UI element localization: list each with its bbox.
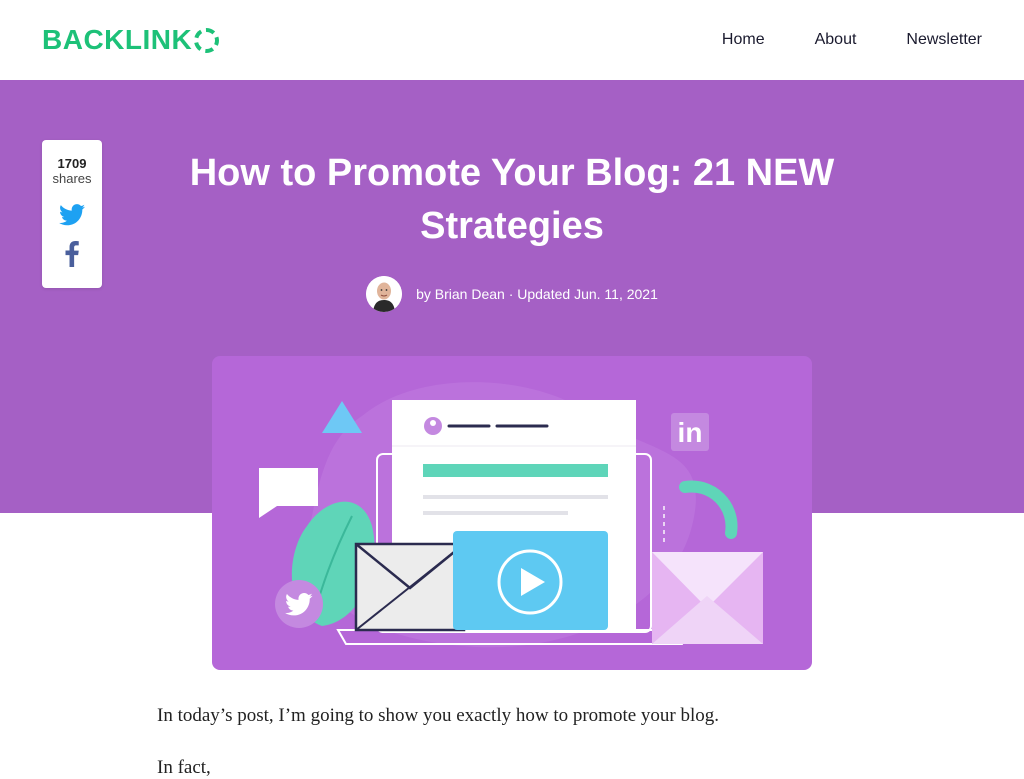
nav-newsletter-link[interactable]: Newsletter [906, 31, 982, 49]
facebook-icon[interactable] [64, 241, 80, 267]
byline: by Brian Dean · Updated Jun. 11, 2021 [0, 276, 1024, 312]
main-nav: Home About Newsletter [722, 31, 982, 49]
feature-illustration: in [212, 356, 812, 670]
share-count: 1709 [57, 156, 87, 171]
share-label: shares [52, 171, 92, 186]
nav-about-link[interactable]: About [815, 31, 857, 49]
site-header: BACKLINK Home About Newsletter [0, 0, 1024, 80]
speech-bubble-icon [259, 468, 318, 518]
author-avatar[interactable] [366, 276, 403, 312]
byline-text: by Brian Dean · Updated Jun. 11, 2021 [416, 286, 658, 302]
article-title: How to Promote Your Blog: 21 NEW Strateg… [189, 152, 835, 247]
twitter-icon[interactable] [59, 204, 85, 226]
share-widget: 1709 shares [42, 140, 102, 288]
logo-text: BACKLINK [42, 24, 193, 55]
nav-home-link[interactable]: Home [722, 31, 765, 49]
next-paragraph: In fact, [157, 757, 211, 778]
triangle-shape [322, 401, 362, 433]
intro-paragraph: In today’s post, I’m going to show you e… [157, 705, 720, 726]
backlinko-logo[interactable]: BACKLINK [42, 24, 220, 56]
logo-o-mark [194, 27, 220, 53]
svg-text:in: in [678, 417, 703, 448]
